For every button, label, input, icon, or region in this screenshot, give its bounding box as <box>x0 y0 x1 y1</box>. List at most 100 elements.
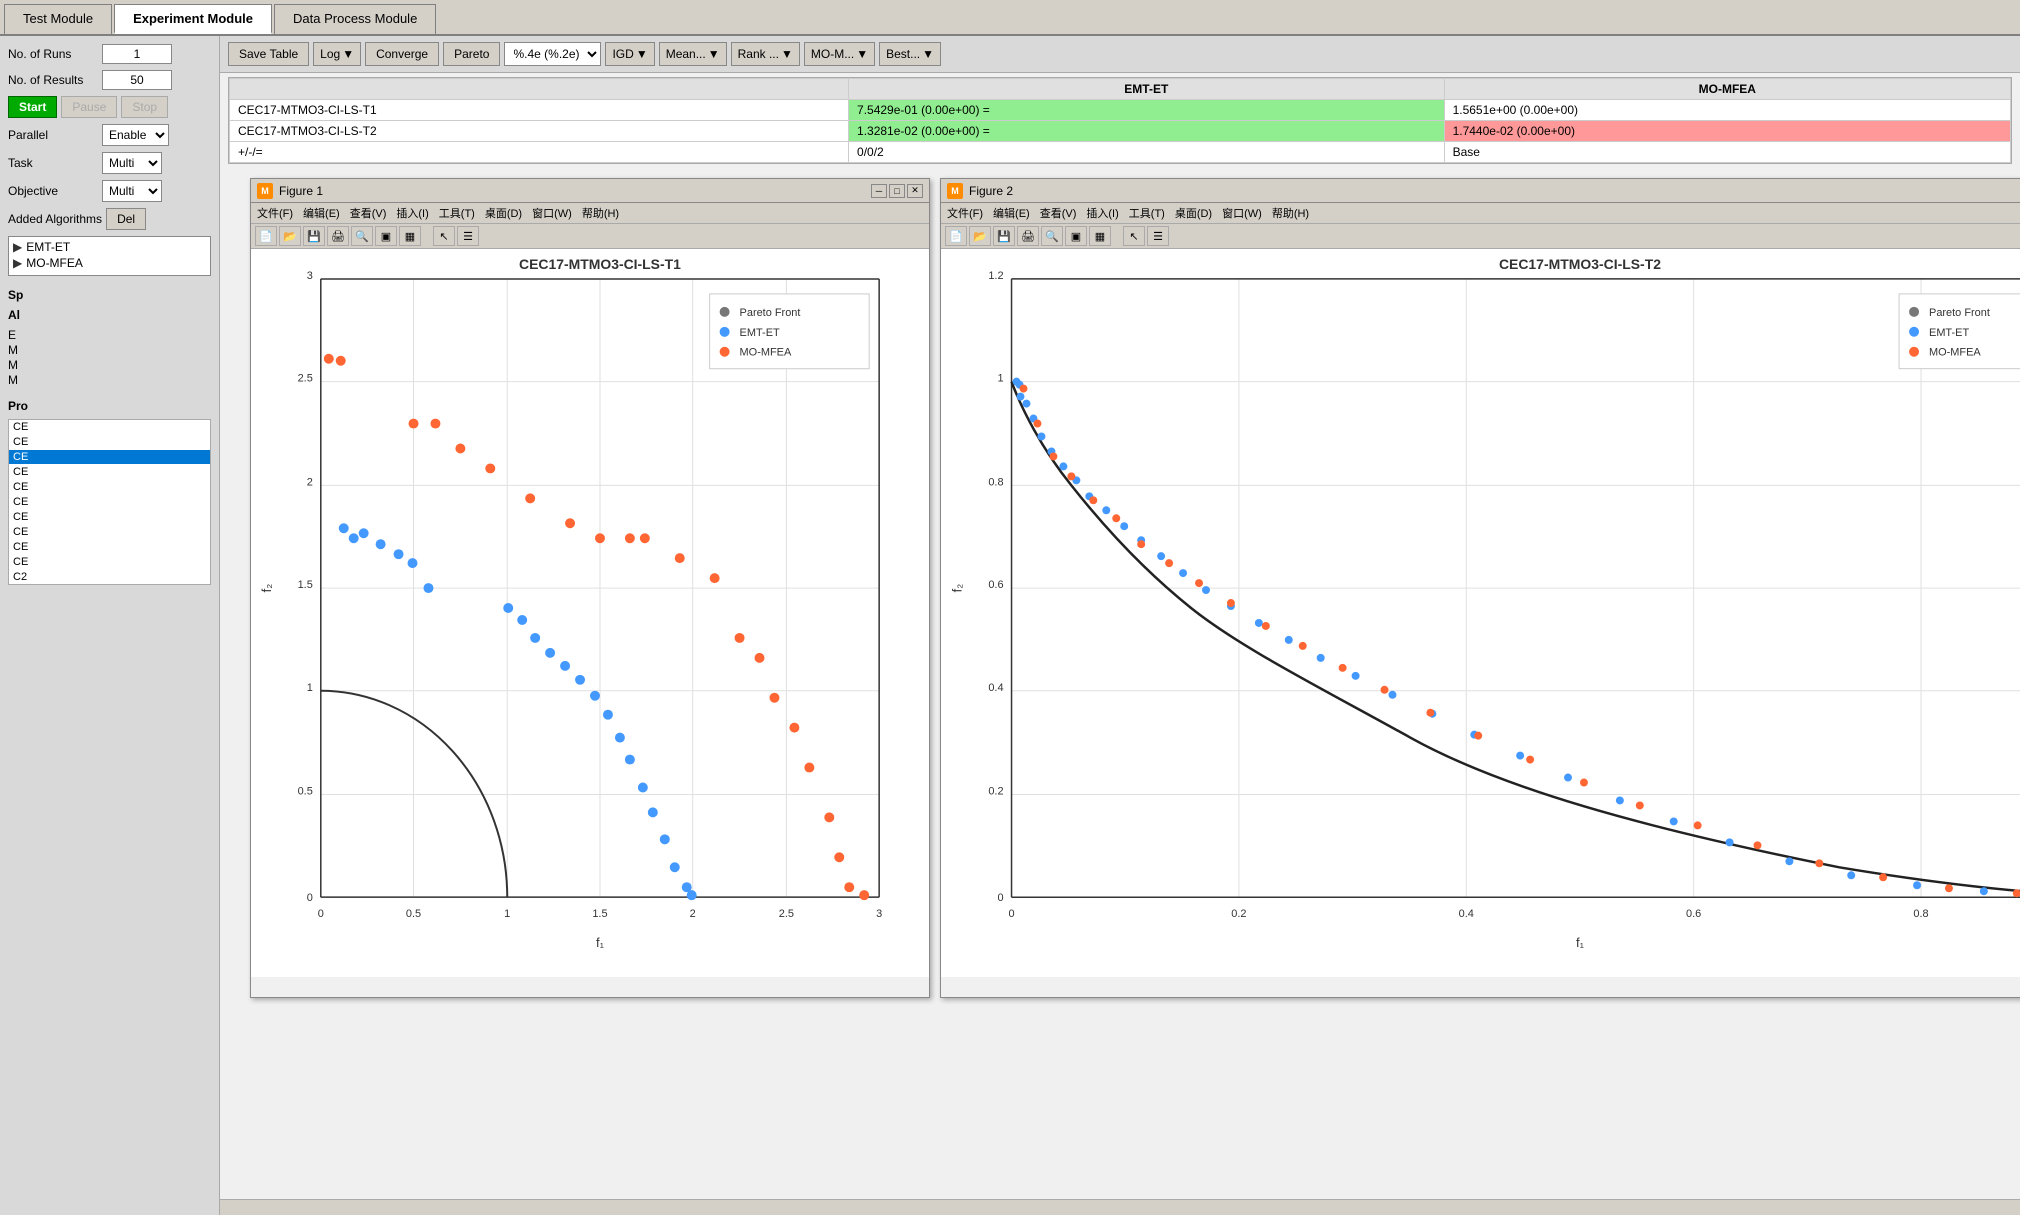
pro-item-8[interactable]: CE <box>9 525 210 539</box>
svg-text:0.4: 0.4 <box>988 682 1003 694</box>
fig2-tool-zoom[interactable]: 🔍 <box>1041 226 1063 246</box>
stop-button[interactable]: Stop <box>121 96 168 118</box>
best-dropdown[interactable]: Best... ▼ <box>879 42 941 66</box>
best-label: Best... <box>886 47 920 61</box>
fig2-tool-save[interactable]: 💾 <box>993 226 1015 246</box>
pro-item-10[interactable]: CE <box>9 555 210 569</box>
start-button[interactable]: Start <box>8 96 57 118</box>
task-row: Task Multi Single <box>8 152 211 174</box>
control-buttons: Start Pause Stop <box>8 96 211 118</box>
svg-text:CEC17-MTMO3-CI-LS-T2: CEC17-MTMO3-CI-LS-T2 <box>1499 256 1661 272</box>
results-table: EMT-ET MO-MFEA CEC17-MTMO3-CI-LS-T1 7.54… <box>229 78 2011 163</box>
fig2-menu-window[interactable]: 窗口(W) <box>1222 205 1262 221</box>
objective-select[interactable]: Multi Single <box>102 180 162 202</box>
figure1-close-button[interactable]: ✕ <box>907 184 923 198</box>
runs-input[interactable] <box>102 44 172 64</box>
pause-button[interactable]: Pause <box>61 96 117 118</box>
fig2-menu-tools[interactable]: 工具(T) <box>1129 205 1165 221</box>
format-select[interactable]: %.4e (%.2e) <box>504 42 601 66</box>
fig2-tool-new[interactable]: 📄 <box>945 226 967 246</box>
fig2-tool-cursor[interactable]: ↖ <box>1123 226 1145 246</box>
fig2-menu-view[interactable]: 查看(V) <box>1040 205 1077 221</box>
fig1-tool-open[interactable]: 📂 <box>279 226 301 246</box>
alg-label: MO-M... <box>811 47 854 61</box>
fig2-tool-b[interactable]: ▦ <box>1089 226 1111 246</box>
log-dropdown[interactable]: Log ▼ <box>313 42 361 66</box>
alg-item-mo-mfea[interactable]: ▶ MO-MFEA <box>13 255 206 271</box>
figure2-title: Figure 2 <box>969 184 2020 198</box>
fig1-menu-window[interactable]: 窗口(W) <box>532 205 572 221</box>
fig2-menu-insert[interactable]: 插入(I) <box>1086 205 1118 221</box>
fig2-tool-a[interactable]: ▣ <box>1065 226 1087 246</box>
pareto-button[interactable]: Pareto <box>443 42 500 66</box>
alg-item-emt-et[interactable]: ▶ EMT-ET <box>13 239 206 255</box>
fig1-tool-save[interactable]: 💾 <box>303 226 325 246</box>
pro-item-7[interactable]: CE <box>9 510 210 524</box>
svg-text:1.5: 1.5 <box>592 908 607 920</box>
pro-item-3[interactable]: CE <box>9 450 210 464</box>
fig1-toolbar-spacer <box>423 226 431 246</box>
pro-item-6[interactable]: CE <box>9 495 210 509</box>
metric-dropdown[interactable]: IGD ▼ <box>605 42 654 66</box>
fig2-tool-open[interactable]: 📂 <box>969 226 991 246</box>
fig1-tool-new[interactable]: 📄 <box>255 226 277 246</box>
pro-item-2[interactable]: CE <box>9 435 210 449</box>
fig1-tool-print[interactable]: 🖨 <box>327 226 349 246</box>
tab-test-module[interactable]: Test Module <box>4 4 112 34</box>
pro-item-4[interactable]: CE <box>9 465 210 479</box>
fig1-tool-pan[interactable]: ☰ <box>457 226 479 246</box>
save-table-button[interactable]: Save Table <box>228 42 309 66</box>
fig1-menu-file[interactable]: 文件(F) <box>257 205 293 221</box>
pro-item-9[interactable]: CE <box>9 540 210 554</box>
pro-item-1[interactable]: CE <box>9 420 210 434</box>
al-section: Al <box>8 308 211 322</box>
fig1-tool-a[interactable]: ▣ <box>375 226 397 246</box>
svg-text:1: 1 <box>307 682 313 694</box>
fig1-tool-cursor[interactable]: ↖ <box>433 226 455 246</box>
svg-text:1.2: 1.2 <box>988 270 1003 282</box>
e-item: E <box>8 328 211 342</box>
results-input[interactable] <box>102 70 172 90</box>
col-header-mo: MO-MFEA <box>1444 79 2010 100</box>
pro-item-11[interactable]: C2 <box>9 570 210 584</box>
objective-label: Objective <box>8 184 98 198</box>
figure2-window: M Figure 2 ─ □ ✕ 文件(F) 编辑(E) 查看(V) 插入(I)… <box>940 178 2020 998</box>
table-row-1: CEC17-MTMO3-CI-LS-T1 7.5429e-01 (0.00e+0… <box>230 100 2011 121</box>
alg-dropdown[interactable]: MO-M... ▼ <box>804 42 875 66</box>
fig2-menu-edit[interactable]: 编辑(E) <box>993 205 1030 221</box>
runs-label: No. of Runs <box>8 47 98 61</box>
fig2-menu-file[interactable]: 文件(F) <box>947 205 983 221</box>
objective-row: Objective Multi Single <box>8 180 211 202</box>
fig2-menu-help[interactable]: 帮助(H) <box>1272 205 1309 221</box>
fig1-menu-help[interactable]: 帮助(H) <box>582 205 619 221</box>
toolbar: Save Table Log ▼ Converge Pareto %.4e (%… <box>220 36 2020 73</box>
tab-experiment-module[interactable]: Experiment Module <box>114 4 272 34</box>
stat1-dropdown[interactable]: Mean... ▼ <box>659 42 727 66</box>
fig1-menu-insert[interactable]: 插入(I) <box>396 205 428 221</box>
fig2-tool-print[interactable]: 🖨 <box>1017 226 1039 246</box>
figure1-minimize-button[interactable]: ─ <box>871 184 887 198</box>
m-item-3: M <box>8 373 211 387</box>
fig1-menu-view[interactable]: 查看(V) <box>350 205 387 221</box>
fig2-tool-pan[interactable]: ☰ <box>1147 226 1169 246</box>
fig1-menu-tools[interactable]: 工具(T) <box>439 205 475 221</box>
converge-button[interactable]: Converge <box>365 42 439 66</box>
fig1-tool-zoom[interactable]: 🔍 <box>351 226 373 246</box>
left-panel: No. of Runs No. of Results Start Pause S… <box>0 36 220 1215</box>
figure1-maximize-button[interactable]: □ <box>889 184 905 198</box>
pro-item-5[interactable]: CE <box>9 480 210 494</box>
task-select[interactable]: Multi Single <box>102 152 162 174</box>
del-button[interactable]: Del <box>106 208 146 230</box>
fig1-tool-b[interactable]: ▦ <box>399 226 421 246</box>
stat2-dropdown[interactable]: Rank ... ▼ <box>731 42 800 66</box>
bottom-scrollbar[interactable] <box>220 1199 2020 1215</box>
parallel-select[interactable]: Enable Disable <box>102 124 169 146</box>
fig2-menu-desktop[interactable]: 桌面(D) <box>1175 205 1212 221</box>
fig1-menu-desktop[interactable]: 桌面(D) <box>485 205 522 221</box>
fig1-menu-edit[interactable]: 编辑(E) <box>303 205 340 221</box>
tab-bar: Test Module Experiment Module Data Proce… <box>0 0 2020 36</box>
figure1-toolbar: 📄 📂 💾 🖨 🔍 ▣ ▦ ↖ ☰ <box>251 224 929 249</box>
tab-data-process-module[interactable]: Data Process Module <box>274 4 436 34</box>
svg-text:Pareto Front: Pareto Front <box>1929 307 1990 319</box>
svg-text:0: 0 <box>1008 908 1014 920</box>
